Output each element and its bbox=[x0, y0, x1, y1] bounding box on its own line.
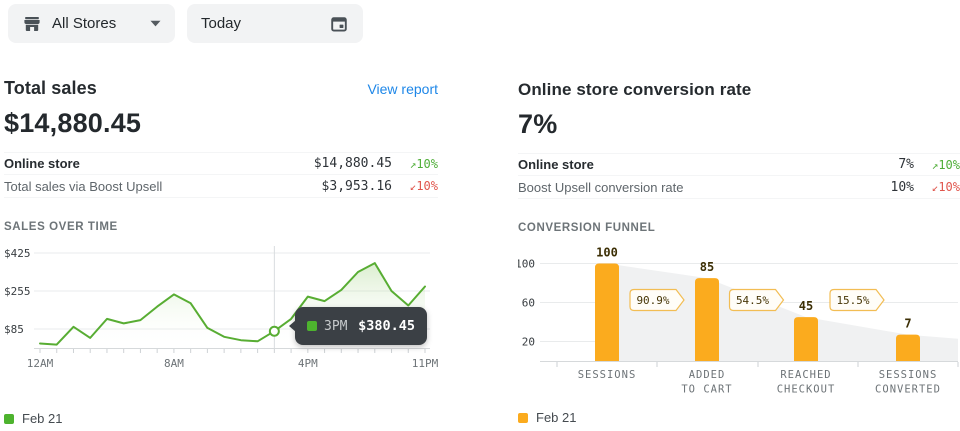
svg-text:60: 60 bbox=[522, 297, 535, 310]
metric-value: $3,953.16 bbox=[272, 179, 392, 194]
panel-title-conversion-rate: Online store conversion rate bbox=[518, 80, 751, 100]
metric-change: ↙10% bbox=[392, 179, 438, 193]
svg-text:ADDED: ADDED bbox=[689, 369, 726, 381]
legend-label: Feb 21 bbox=[536, 410, 576, 425]
metric-label: Online store bbox=[4, 156, 272, 171]
svg-text:4PM: 4PM bbox=[298, 357, 318, 370]
conversion-rate-value: 7% bbox=[518, 109, 960, 140]
storefront-icon bbox=[22, 14, 42, 34]
store-selector-label: All Stores bbox=[52, 15, 116, 32]
legend-label: Feb 21 bbox=[22, 411, 62, 426]
tooltip-value: $380.45 bbox=[358, 318, 415, 334]
metric-row-online-store-rate: Online store 7% ↗10% bbox=[518, 153, 960, 176]
metric-value: 10% bbox=[794, 180, 914, 195]
svg-text:45: 45 bbox=[799, 299, 813, 313]
funnel-bar-chart-svg[interactable]: 100 60 20 100 85 45 7 90.9% 54.5% 15.5% SESSIONS AD… bbox=[518, 238, 960, 396]
svg-text:$255: $255 bbox=[4, 285, 31, 298]
svg-text:7: 7 bbox=[904, 317, 911, 331]
tooltip-series-swatch bbox=[307, 321, 317, 331]
legend-swatch-orange bbox=[518, 413, 528, 423]
svg-text:15.5%: 15.5% bbox=[836, 294, 869, 307]
svg-text:90.9%: 90.9% bbox=[636, 294, 669, 307]
total-sales-panel: Total sales View report $14,880.45 Onlin… bbox=[0, 48, 480, 426]
section-title-sales-over-time: SALES OVER TIME bbox=[4, 221, 438, 233]
metric-row-online-store: Online store $14,880.45 ↗10% bbox=[4, 152, 438, 175]
metric-change: ↗10% bbox=[914, 158, 960, 172]
metric-change: ↗10% bbox=[392, 157, 438, 171]
date-selector-label: Today bbox=[201, 15, 241, 32]
svg-text:$425: $425 bbox=[4, 247, 31, 260]
svg-text:TO CART: TO CART bbox=[681, 384, 732, 396]
metric-value: 7% bbox=[794, 157, 914, 172]
svg-text:54.5%: 54.5% bbox=[736, 294, 769, 307]
svg-text:11PM: 11PM bbox=[412, 357, 438, 370]
metric-row-boost-upsell-rate: Boost Upsell conversion rate 10% ↙10% bbox=[518, 176, 960, 199]
chart-tooltip: 3PM $380.45 bbox=[295, 307, 427, 345]
svg-text:100: 100 bbox=[518, 258, 535, 271]
metric-row-boost-upsell-sales: Total sales via Boost Upsell $3,953.16 ↙… bbox=[4, 175, 438, 198]
metric-label: Online store bbox=[518, 157, 794, 172]
svg-text:SESSIONS: SESSIONS bbox=[578, 369, 637, 381]
tooltip-time: 3PM bbox=[324, 319, 347, 334]
section-title-conversion-funnel: CONVERSION FUNNEL bbox=[518, 222, 960, 234]
funnel-chart-legend: Feb 21 bbox=[518, 410, 960, 425]
total-sales-breakdown: Online store $14,880.45 ↗10% Total sales… bbox=[4, 152, 438, 198]
metric-change: ↙10% bbox=[914, 180, 960, 194]
svg-text:$85: $85 bbox=[4, 323, 24, 336]
conversion-funnel-chart[interactable]: 100 60 20 100 85 45 7 90.9% 54.5% 15.5% SESSIONS AD… bbox=[518, 238, 960, 401]
conversion-rate-panel: Online store conversion rate 7% Online s… bbox=[480, 48, 960, 426]
svg-text:CHECKOUT: CHECKOUT bbox=[777, 384, 836, 396]
svg-text:REACHED: REACHED bbox=[780, 369, 831, 381]
panel-title-total-sales: Total sales bbox=[4, 78, 97, 99]
sales-over-time-chart[interactable]: $425 $255 $85 12AM 8AM 4PM 11PM 3PM $380.45 bbox=[4, 241, 438, 378]
sales-chart-legend: Feb 21 bbox=[4, 411, 438, 426]
metric-label: Total sales via Boost Upsell bbox=[4, 179, 272, 194]
legend-swatch-green bbox=[4, 414, 14, 424]
metric-value: $14,880.45 bbox=[272, 156, 392, 171]
filter-toolbar: All Stores Today bbox=[0, 0, 960, 48]
svg-text:SESSIONS: SESSIONS bbox=[879, 369, 938, 381]
store-selector-button[interactable]: All Stores bbox=[8, 4, 175, 43]
svg-text:12AM: 12AM bbox=[27, 357, 54, 370]
date-selector-button[interactable]: Today bbox=[187, 4, 363, 43]
calendar-icon bbox=[329, 14, 349, 34]
svg-text:100: 100 bbox=[596, 246, 618, 260]
total-sales-value: $14,880.45 bbox=[4, 108, 438, 139]
svg-text:CONVERTED: CONVERTED bbox=[875, 384, 941, 396]
conversion-breakdown: Online store 7% ↗10% Boost Upsell conver… bbox=[518, 153, 960, 199]
metric-label: Boost Upsell conversion rate bbox=[518, 180, 794, 195]
svg-text:85: 85 bbox=[700, 260, 714, 274]
svg-text:8AM: 8AM bbox=[164, 357, 184, 370]
chevron-down-icon bbox=[150, 20, 161, 27]
svg-text:20: 20 bbox=[522, 336, 535, 349]
view-report-link[interactable]: View report bbox=[367, 81, 438, 97]
